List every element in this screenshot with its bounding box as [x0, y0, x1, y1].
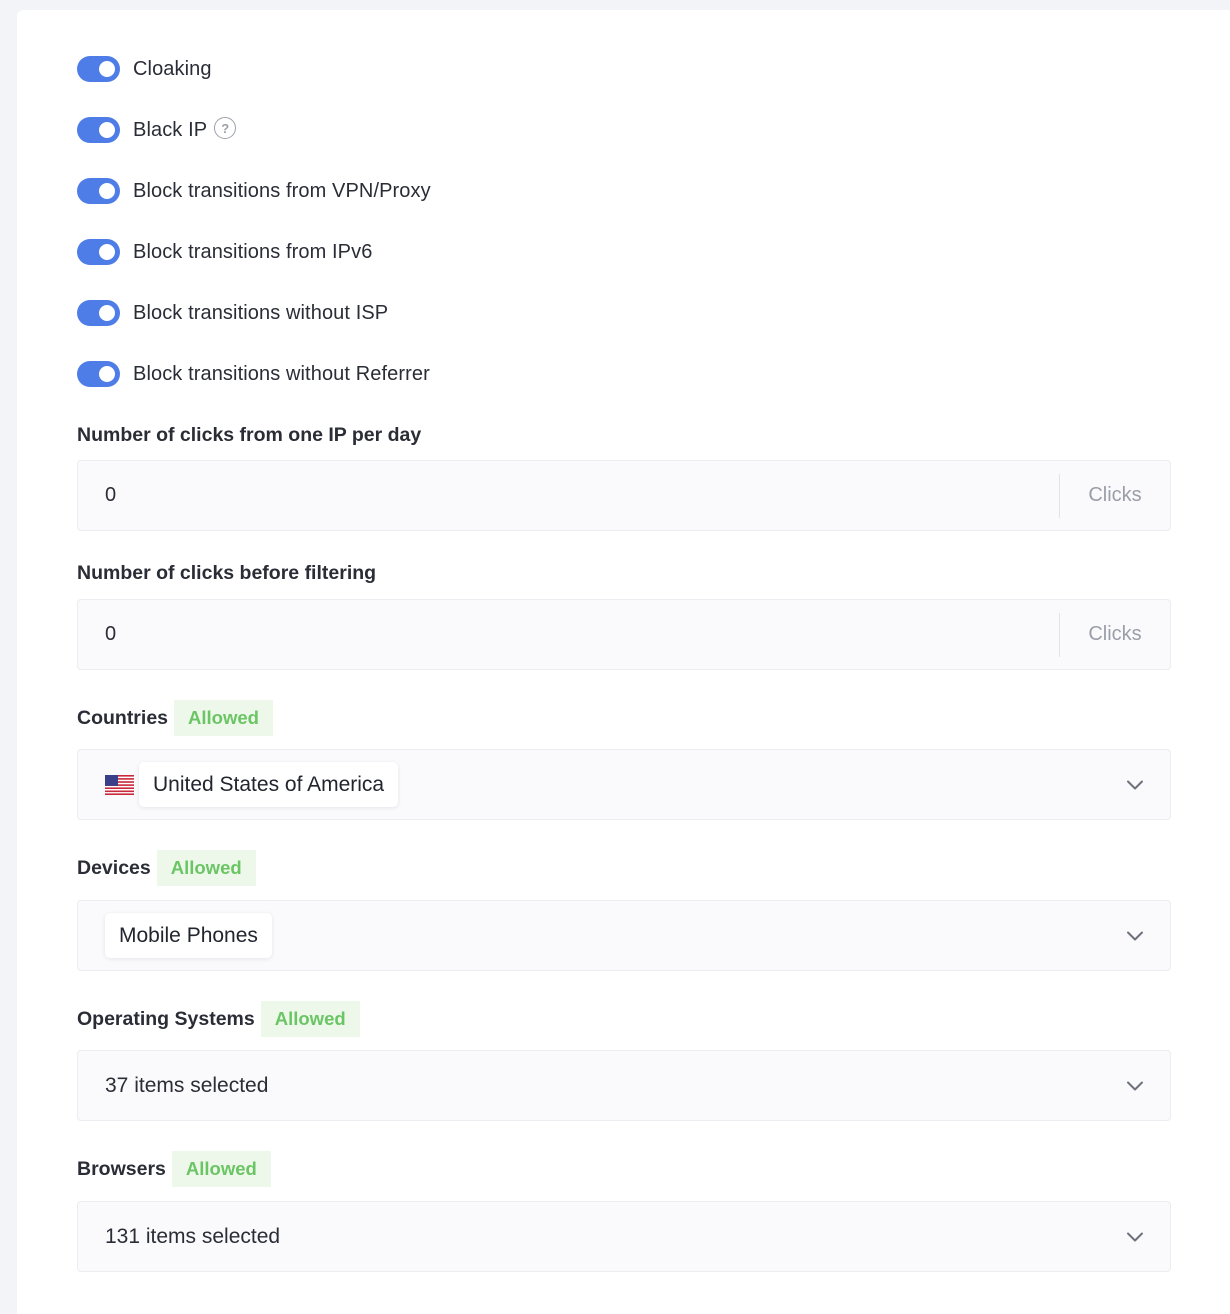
toggle-knob	[99, 305, 115, 321]
toggle-label: Block transitions without ISP	[133, 301, 389, 324]
operating-systems-allowed-badge[interactable]: Allowed	[260, 1001, 360, 1037]
devices-label: Devices	[77, 856, 151, 879]
question-circle-icon[interactable]: ?	[214, 117, 237, 139]
toggle-row-vpn-proxy: Block transitions from VPN/Proxy	[77, 176, 431, 206]
chevron-down-icon[interactable]	[1126, 776, 1144, 794]
toggle-label: Block transitions without Referrer	[133, 362, 430, 385]
device-chip[interactable]: Mobile Phones	[105, 913, 272, 958]
clicks-suffix: Clicks	[1088, 484, 1142, 506]
toggle-knob	[99, 244, 115, 260]
toggle-knob	[99, 61, 115, 77]
browsers-label-row: Browsers Allowed	[77, 1151, 271, 1187]
country-chip[interactable]: United States of America	[139, 762, 399, 807]
ipv6-toggle[interactable]	[77, 239, 120, 265]
toggle-knob	[99, 122, 115, 138]
toggle-label: Black IP	[133, 118, 208, 141]
clicks-per-ip-value[interactable]: 0	[78, 484, 1059, 507]
toggle-row-black-ip: Black IP ?	[77, 115, 237, 145]
devices-allowed-badge[interactable]: Allowed	[156, 850, 256, 886]
toggle-row-without-referrer: Block transitions without Referrer	[77, 359, 430, 389]
cloaking-toggle[interactable]	[77, 56, 120, 82]
vpn-proxy-toggle[interactable]	[77, 178, 120, 204]
without-referrer-toggle[interactable]	[77, 361, 120, 387]
countries-allowed-badge[interactable]: Allowed	[174, 700, 273, 736]
chevron-down-icon[interactable]	[1126, 927, 1144, 945]
clicks-before-filtering-label: Number of clicks before filtering	[77, 561, 377, 584]
operating-systems-summary: 37 items selected	[105, 1073, 269, 1097]
countries-label: Countries	[77, 706, 169, 729]
browsers-summary: 131 items selected	[105, 1224, 281, 1248]
operating-systems-label-row: Operating Systems Allowed	[77, 1001, 360, 1037]
devices-label-row: Devices Allowed	[77, 850, 256, 886]
devices-select[interactable]: Mobile Phones	[77, 900, 1171, 971]
toggle-label: Block transitions from VPN/Proxy	[133, 179, 431, 202]
toggle-knob	[99, 366, 115, 382]
toggle-label: Block transitions from IPv6	[133, 240, 373, 263]
chevron-down-icon[interactable]	[1126, 1077, 1144, 1095]
toggle-knob	[99, 183, 115, 199]
browsers-select[interactable]: 131 items selected	[77, 1201, 1171, 1272]
clicks-per-ip-field[interactable]: 0 Clicks	[77, 460, 1171, 531]
toggle-row-without-isp: Block transitions without ISP	[77, 298, 388, 328]
operating-systems-label: Operating Systems	[77, 1007, 255, 1030]
filter-settings-card: Cloaking Black IP ? Block transitions fr…	[17, 10, 1230, 1314]
without-isp-toggle[interactable]	[77, 300, 120, 326]
countries-label-row: Countries Allowed	[77, 700, 273, 736]
operating-systems-select[interactable]: 37 items selected	[77, 1050, 1171, 1121]
clicks-before-filtering-field[interactable]: 0 Clicks	[77, 599, 1171, 670]
countries-select[interactable]: United States of America	[77, 749, 1171, 820]
clicks-suffix: Clicks	[1088, 623, 1142, 645]
us-flag-icon	[105, 774, 134, 795]
toggle-row-cloaking: Cloaking	[77, 54, 212, 84]
toggle-row-ipv6: Block transitions from IPv6	[77, 237, 372, 267]
clicks-per-ip-label: Number of clicks from one IP per day	[77, 423, 422, 446]
toggle-label: Cloaking	[133, 57, 212, 80]
browsers-allowed-badge[interactable]: Allowed	[171, 1151, 271, 1187]
chevron-down-icon[interactable]	[1126, 1228, 1144, 1246]
browsers-label: Browsers	[77, 1157, 166, 1180]
black-ip-toggle[interactable]	[77, 117, 120, 143]
clicks-before-filtering-value[interactable]: 0	[78, 623, 1059, 646]
